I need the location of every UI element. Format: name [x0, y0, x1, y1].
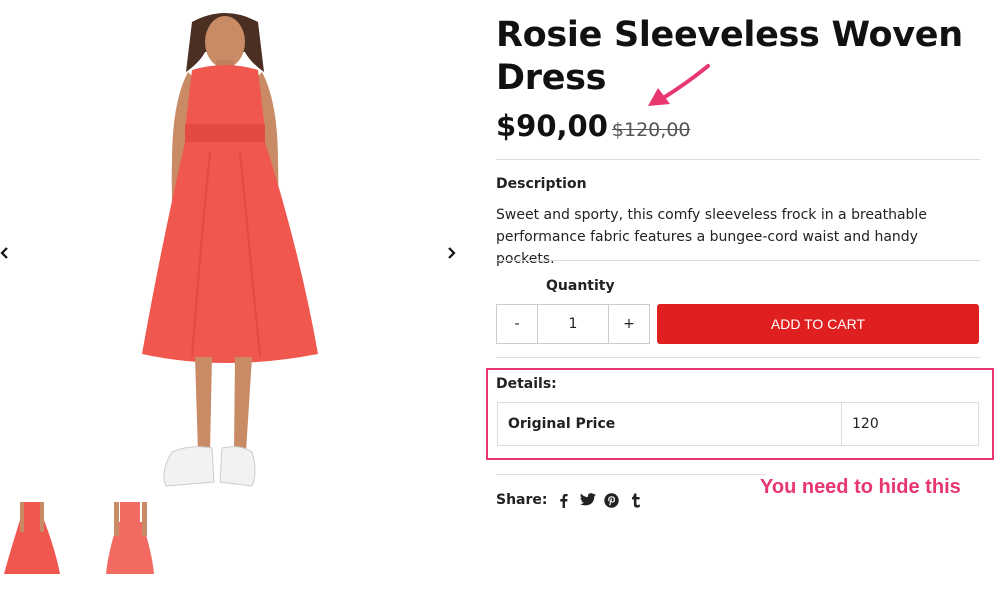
- divider: [496, 159, 980, 160]
- product-price: $90,00: [496, 109, 608, 143]
- details-label: Details:: [496, 376, 557, 392]
- chevron-right-icon[interactable]: [444, 246, 458, 264]
- thumbnail-1[interactable]: [4, 502, 60, 582]
- quantity-increase-button[interactable]: +: [609, 305, 649, 343]
- description-label: Description: [496, 176, 587, 192]
- details-row-value: 120: [852, 416, 879, 432]
- thumbnail-2[interactable]: [102, 502, 158, 582]
- divider: [496, 357, 980, 358]
- price-row: $90,00 $120,00: [496, 102, 986, 146]
- divider: [496, 474, 766, 475]
- product-info: Rosie Sleeveless Woven Dress $90,00 $120…: [496, 14, 986, 146]
- tumblr-icon[interactable]: [628, 492, 644, 508]
- product-gallery: [0, 0, 470, 597]
- quantity-input[interactable]: 1: [537, 305, 609, 343]
- quantity-stepper: - 1 +: [496, 304, 650, 344]
- quantity-decrease-button[interactable]: -: [497, 305, 537, 343]
- chevron-left-icon[interactable]: [0, 246, 12, 264]
- divider: [496, 260, 980, 261]
- facebook-icon[interactable]: [556, 492, 572, 508]
- annotation-arrow-icon: [648, 64, 710, 106]
- share-bar: Share:: [496, 492, 644, 508]
- add-to-cart-button[interactable]: ADD TO CART: [657, 304, 979, 344]
- product-title: Rosie Sleeveless Woven Dress: [496, 15, 963, 98]
- annotation-note: You need to hide this: [760, 476, 961, 498]
- share-label: Share:: [496, 492, 548, 508]
- quantity-label: Quantity: [546, 278, 615, 294]
- twitter-icon[interactable]: [579, 492, 596, 508]
- pinterest-icon[interactable]: [604, 492, 620, 508]
- details-table: Original Price 120: [497, 402, 979, 446]
- product-old-price: $120,00: [611, 119, 691, 141]
- product-main-image: [142, 13, 318, 487]
- details-row-key: Original Price: [498, 403, 842, 445]
